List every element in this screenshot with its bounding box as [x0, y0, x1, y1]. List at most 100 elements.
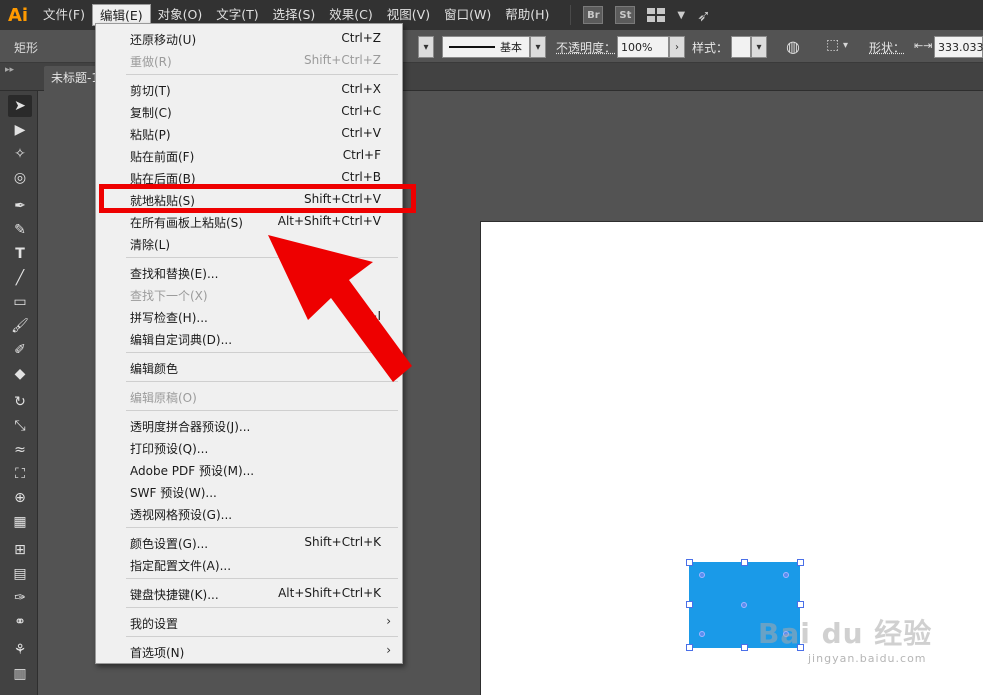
menu-separator [126, 257, 398, 258]
stock-button[interactable]: St [615, 6, 636, 24]
rocket-icon[interactable]: ➶ [697, 6, 710, 25]
tools-panel: ➤ ▶ ✧ ◎ ✒ ✎ T ╱ ▭ 🖌 ✐ ◆ ↻ ⤡ ≈ ⛶ ⊕ ▦ ⊞ ▤ … [0, 91, 38, 695]
center-point [741, 602, 747, 608]
menu-separator [126, 381, 398, 382]
eraser-tool-icon[interactable]: ◆ [8, 363, 32, 385]
resize-handle-top-left[interactable] [686, 559, 693, 566]
separator [570, 5, 572, 25]
shaper-tool-icon[interactable]: ✐ [8, 339, 32, 361]
paintbrush-tool-icon[interactable]: 🖌 [8, 315, 32, 337]
blend-tool-icon[interactable]: ⚭ [8, 611, 32, 633]
bridge-button[interactable]: Br [583, 6, 604, 24]
align-icon[interactable]: ⬚ [826, 37, 839, 53]
menu-item-pdf-presets[interactable]: Adobe PDF 预设(M)... [96, 458, 402, 480]
menu-item-flattener-presets[interactable]: 透明度拼合器预设(J)... [96, 414, 402, 436]
corner-widget[interactable] [699, 572, 705, 578]
edit-menu-dropdown: 还原移动(U) Ctrl+Z 重做(R) Shift+Ctrl+Z 剪切(T) … [95, 23, 403, 664]
rotate-tool-icon[interactable]: ↻ [8, 391, 32, 413]
shape-label[interactable]: 形状： [869, 39, 905, 56]
chevron-right-icon: › [386, 614, 391, 628]
chevron-down-icon[interactable]: ▼ [677, 10, 685, 21]
menu-separator [126, 607, 398, 608]
highlight-annotation-box [99, 184, 416, 213]
menu-item-swf-presets[interactable]: SWF 预设(W)... [96, 480, 402, 502]
app-logo: Ai [7, 4, 29, 26]
scale-tool-icon[interactable]: ⤡ [8, 415, 32, 437]
menu-item-paste-in-front[interactable]: 贴在前面(F) Ctrl+F [96, 144, 402, 166]
stroke-line-preview [449, 46, 495, 48]
rectangle-tool-icon[interactable]: ▭ [8, 291, 32, 313]
menu-item-copy[interactable]: 复制(C) Ctrl+C [96, 100, 402, 122]
selection-tool-icon[interactable]: ➤ [8, 95, 32, 117]
menu-item-assign-profile[interactable]: 指定配置文件(A)... [96, 553, 402, 575]
recolor-icon[interactable]: ◍ [786, 37, 800, 56]
width-tool-icon[interactable]: ≈ [8, 439, 32, 461]
corner-widget[interactable] [783, 572, 789, 578]
menu-item-color-settings[interactable]: 颜色设置(G)... Shift+Ctrl+K [96, 531, 402, 553]
menu-item-undo[interactable]: 还原移动(U) Ctrl+Z [96, 27, 402, 49]
opacity-label[interactable]: 不透明度： [556, 39, 616, 56]
menu-item-find-replace[interactable]: 查找和替换(E)... [96, 261, 402, 283]
perspective-grid-tool-icon[interactable]: ▦ [8, 511, 32, 533]
opacity-expand-button[interactable]: › [669, 36, 685, 58]
menu-item-clear[interactable]: 清除(L) [96, 232, 402, 254]
watermark-logo: Bai du 经验 [758, 617, 933, 650]
stroke-style-dropdown[interactable]: ▾ [530, 36, 546, 58]
gradient-tool-icon[interactable]: ▤ [8, 563, 32, 585]
arrange-documents-icon[interactable] [647, 8, 666, 22]
menu-separator [126, 74, 398, 75]
menu-item-redo[interactable]: 重做(R) Shift+Ctrl+Z [96, 49, 402, 71]
type-tool-icon[interactable]: T [8, 243, 32, 265]
menubar-right-tools: Br St ▼ ➶ [570, 5, 710, 25]
resize-handle-left[interactable] [686, 601, 693, 608]
graphic-style-swatch[interactable] [731, 36, 751, 58]
resize-handle-bottom-left[interactable] [686, 644, 693, 651]
menu-file[interactable]: 文件(F) [36, 4, 92, 26]
curvature-tool-icon[interactable]: ✎ [8, 219, 32, 241]
corner-widget[interactable] [699, 631, 705, 637]
stroke-style-field[interactable]: 基本 [442, 36, 530, 58]
menu-item-perspective-grid-presets[interactable]: 透视网格预设(G)... [96, 502, 402, 524]
menu-item-print-presets[interactable]: 打印预设(Q)... [96, 436, 402, 458]
menu-separator [126, 410, 398, 411]
menu-window[interactable]: 窗口(W) [437, 4, 498, 26]
shape-builder-tool-icon[interactable]: ⊕ [8, 487, 32, 509]
chevron-down-icon[interactable]: ▾ [843, 40, 848, 51]
menu-help[interactable]: 帮助(H) [498, 4, 556, 26]
menu-item-keyboard-shortcuts[interactable]: 键盘快捷键(K)... Alt+Shift+Ctrl+K [96, 582, 402, 604]
menu-item-preferences[interactable]: 首选项(N) › [96, 640, 402, 662]
current-tool-label: 矩形 [14, 41, 39, 55]
menu-item-edit-original[interactable]: 编辑原稿(O) [96, 385, 402, 407]
opacity-input[interactable]: 100% [617, 36, 669, 58]
menu-separator [126, 578, 398, 579]
menu-separator [126, 636, 398, 637]
magic-wand-tool-icon[interactable]: ✧ [8, 143, 32, 165]
lasso-tool-icon[interactable]: ◎ [8, 167, 32, 189]
style-label: 样式： [692, 41, 729, 55]
direct-selection-tool-icon[interactable]: ▶ [8, 119, 32, 141]
graphic-style-dropdown[interactable]: ▾ [751, 36, 767, 58]
line-tool-icon[interactable]: ╱ [8, 267, 32, 289]
free-transform-tool-icon[interactable]: ⛶ [8, 463, 32, 485]
menu-item-spell-check[interactable]: 拼写检查(H)... Ctrl+I [96, 305, 402, 327]
resize-handle-top[interactable] [741, 559, 748, 566]
column-graph-tool-icon[interactable]: ▥ [8, 663, 32, 685]
symbol-sprayer-tool-icon[interactable]: ⚘ [8, 639, 32, 661]
menu-item-edit-dictionary[interactable]: 编辑自定词典(D)... [96, 327, 402, 349]
menu-item-edit-colors[interactable]: 编辑颜色 [96, 356, 402, 378]
resize-handle-top-right[interactable] [797, 559, 804, 566]
pen-tool-icon[interactable]: ✒ [8, 195, 32, 217]
menu-item-cut[interactable]: 剪切(T) Ctrl+X [96, 78, 402, 100]
resize-handle-right[interactable] [797, 601, 804, 608]
menu-item-paste[interactable]: 粘贴(P) Ctrl+V [96, 122, 402, 144]
menu-item-paste-on-all-artboards[interactable]: 在所有画板上粘贴(S) Alt+Shift+Ctrl+V [96, 210, 402, 232]
panel-collapse-icon[interactable]: ▸▸ [5, 65, 14, 75]
menu-item-find-next[interactable]: 查找下一个(X) [96, 283, 402, 305]
stroke-style-label: 基本 [500, 41, 522, 54]
menu-item-my-settings[interactable]: 我的设置 › [96, 611, 402, 633]
eyedropper-tool-icon[interactable]: ✑ [8, 587, 32, 609]
width-input[interactable]: 333.033 [934, 36, 983, 58]
stroke-weight-dropdown[interactable]: ▾ [418, 36, 434, 58]
mesh-tool-icon[interactable]: ⊞ [8, 539, 32, 561]
resize-handle-bottom[interactable] [741, 644, 748, 651]
